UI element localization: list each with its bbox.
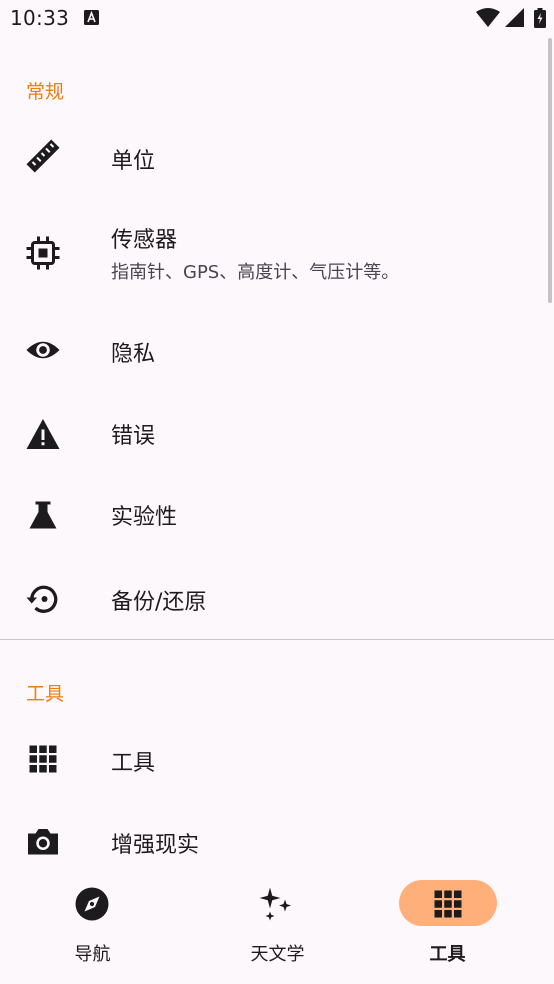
chip-icon [26,236,60,270]
settings-item-label: 增强现实 [111,833,200,858]
section-header-tools: 工具 [26,683,65,705]
bottom-navigation: 导航 天文学 工具 [0,860,554,984]
section-header-general: 常规 [26,81,65,103]
status-time: 10:33 [10,6,70,30]
signal-icon [505,8,524,27]
settings-item-label: 传感器 [111,228,178,253]
eye-icon [26,341,60,359]
settings-item-units[interactable]: 单位 [0,118,554,196]
settings-item-sensors[interactable]: 传感器 指南针、GPS、高度计、气压计等。 [0,208,554,308]
settings-item-privacy[interactable]: 隐私 [0,314,554,390]
ruler-icon [26,139,60,173]
settings-item-label: 实验性 [111,505,178,530]
nav-tab-label: 工具 [429,944,466,965]
flask-icon [29,501,57,529]
keyboard-notification-icon [84,10,99,25]
compass-icon [75,887,109,921]
scrollbar[interactable] [548,38,552,303]
sparkles-icon [259,887,291,921]
settings-item-label: 隐私 [111,342,156,367]
settings-item-label: 工具 [111,751,156,776]
nav-tab-label: 天文学 [250,944,305,965]
camera-icon [28,829,58,855]
status-bar: 10:33 [0,0,554,38]
grid-icon [434,890,462,918]
warning-icon [26,419,60,449]
settings-item-label: 单位 [111,149,156,174]
settings-item-augmented-reality[interactable]: 增强现实 [0,803,554,860]
settings-item-experimental[interactable]: 实验性 [0,479,554,555]
settings-item-backup-restore[interactable]: 备份/还原 [0,561,554,639]
nav-tab-tools[interactable]: 工具 [369,860,554,984]
settings-item-errors[interactable]: 错误 [0,396,554,472]
restore-icon [26,585,58,613]
settings-list[interactable]: 常规 单位 传感器 指南针、GPS、高度计、气压计等。 隐私 错误 实验性 备份… [0,38,554,860]
settings-item-label: 错误 [111,424,156,449]
settings-item-tools[interactable]: 工具 [0,721,554,799]
settings-item-label: 备份/还原 [111,590,207,615]
wifi-icon [476,8,500,27]
nav-tab-astronomy[interactable]: 天文学 [185,860,370,984]
nav-tab-label: 导航 [74,944,111,965]
section-divider [0,639,554,640]
battery-icon [534,8,546,28]
grid-icon [29,745,57,773]
nav-tab-navigation[interactable]: 导航 [0,860,185,984]
settings-item-subtitle: 指南针、GPS、高度计、气压计等。 [111,262,400,283]
